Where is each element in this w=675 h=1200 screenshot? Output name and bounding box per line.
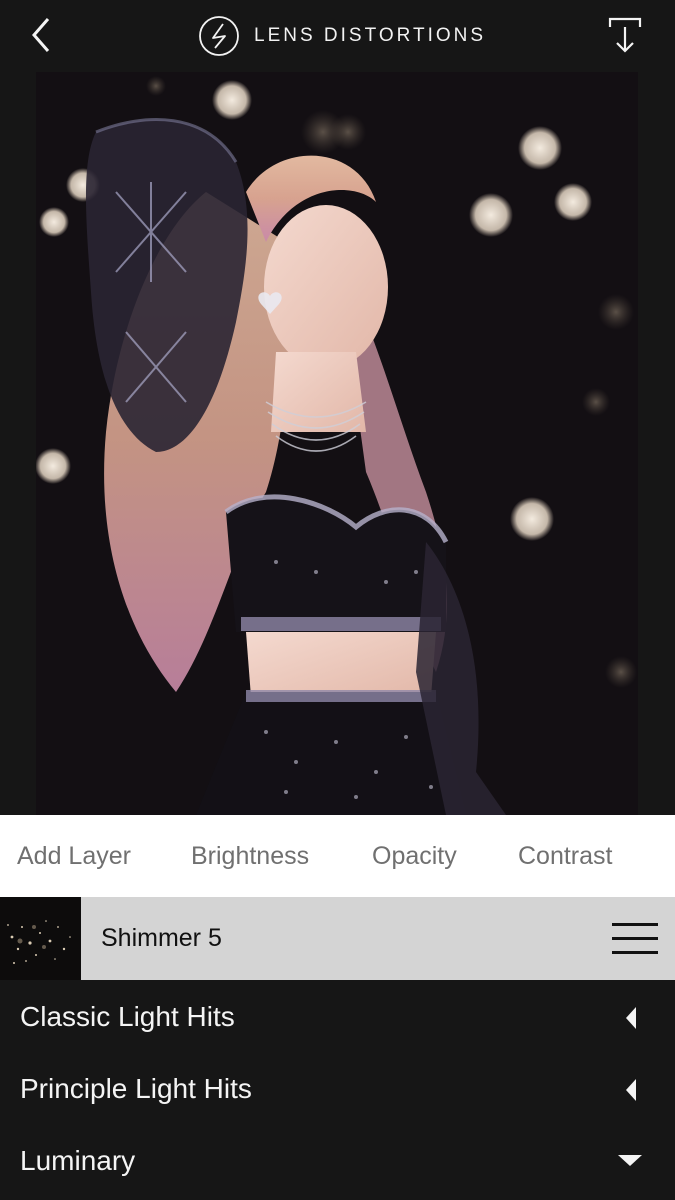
tab-add-layer[interactable]: Add Layer [17, 815, 131, 897]
back-button[interactable] [26, 16, 60, 54]
category-label: Classic Light Hits [20, 1001, 235, 1032]
export-button[interactable] [608, 16, 642, 56]
category-classic-light-hits[interactable]: Classic Light Hits [0, 981, 675, 1053]
caret-down-icon [618, 1155, 642, 1166]
hamburger-menu-icon[interactable] [612, 921, 658, 955]
tab-opacity[interactable]: Opacity [372, 815, 457, 897]
caret-left-icon [626, 1007, 636, 1029]
lens-logo-icon [199, 16, 239, 56]
active-layer-row[interactable]: Shimmer 5 [0, 897, 675, 980]
caret-left-icon [626, 1079, 636, 1101]
category-principle-light-hits[interactable]: Principle Light Hits [0, 1053, 675, 1125]
layer-thumbnail [0, 897, 81, 980]
layer-name: Shimmer 5 [101, 924, 222, 952]
app-brand: LENS DISTORTIONS [198, 15, 486, 57]
category-label: Luminary [20, 1145, 136, 1176]
adjustment-tabs: Add Layer Brightness Opacity Contrast [0, 815, 675, 897]
app-title: LENS DISTORTIONS [254, 25, 487, 46]
tab-brightness[interactable]: Brightness [191, 815, 309, 897]
category-luminary[interactable]: Luminary [0, 1125, 675, 1197]
download-arrow-icon [608, 17, 642, 53]
photo-illustration [36, 72, 638, 815]
top-bar: LENS DISTORTIONS [0, 0, 675, 70]
chevron-left-icon [32, 18, 50, 52]
category-label: Principle Light Hits [20, 1073, 252, 1104]
photo-canvas[interactable] [36, 72, 638, 815]
tab-contrast[interactable]: Contrast [518, 815, 612, 897]
